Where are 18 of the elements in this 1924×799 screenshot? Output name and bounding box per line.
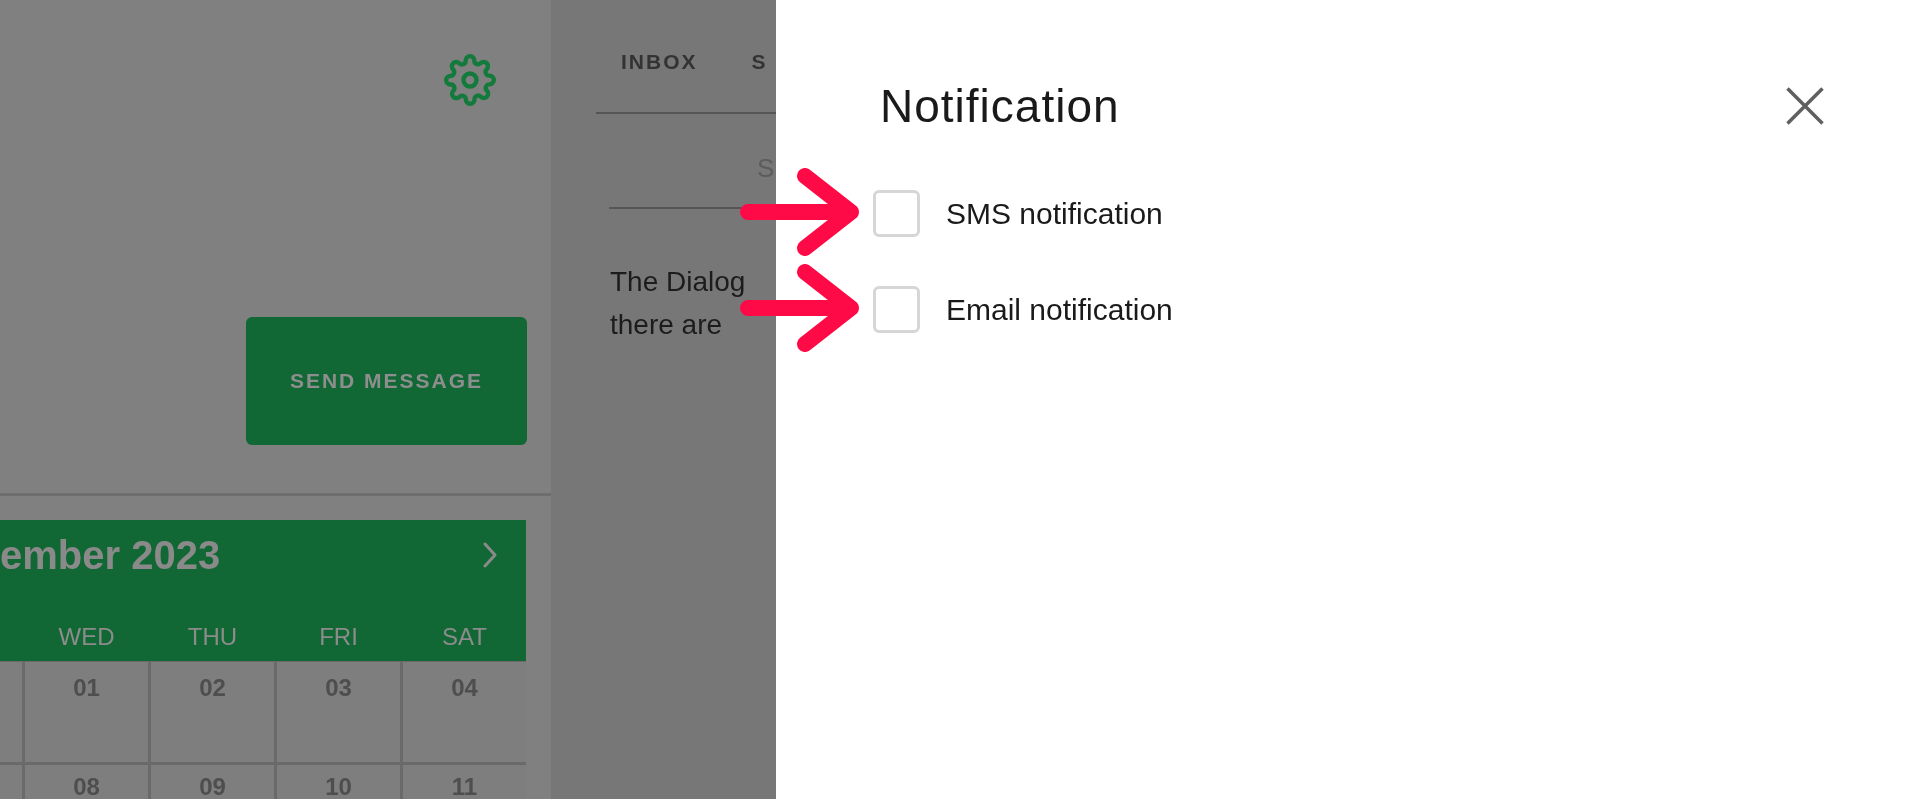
checkbox-label: SMS notification — [946, 196, 1163, 231]
weekday-label: SAT — [441, 623, 488, 651]
checkbox-label: Email notification — [946, 292, 1173, 327]
settings-icon[interactable] — [444, 54, 496, 106]
calendar-title: ember 2023 — [0, 532, 221, 579]
weekday-label: WED — [57, 623, 116, 651]
checkbox[interactable] — [873, 190, 920, 237]
tab[interactable]: S — [751, 0, 768, 112]
tab[interactable]: INBOX — [621, 0, 698, 112]
chevron-right-icon[interactable] — [483, 542, 497, 568]
dialog-title: Notification — [880, 79, 1120, 134]
send-message-button[interactable]: SEND MESSAGE — [246, 317, 527, 445]
close-icon[interactable] — [1786, 87, 1824, 125]
weekday-label: THU — [186, 623, 239, 651]
calendar-day-cell[interactable] — [0, 662, 22, 762]
weekday-label: FRI — [318, 623, 359, 651]
checkbox[interactable] — [873, 286, 920, 333]
message-text: The Dialog there are — [610, 265, 747, 342]
